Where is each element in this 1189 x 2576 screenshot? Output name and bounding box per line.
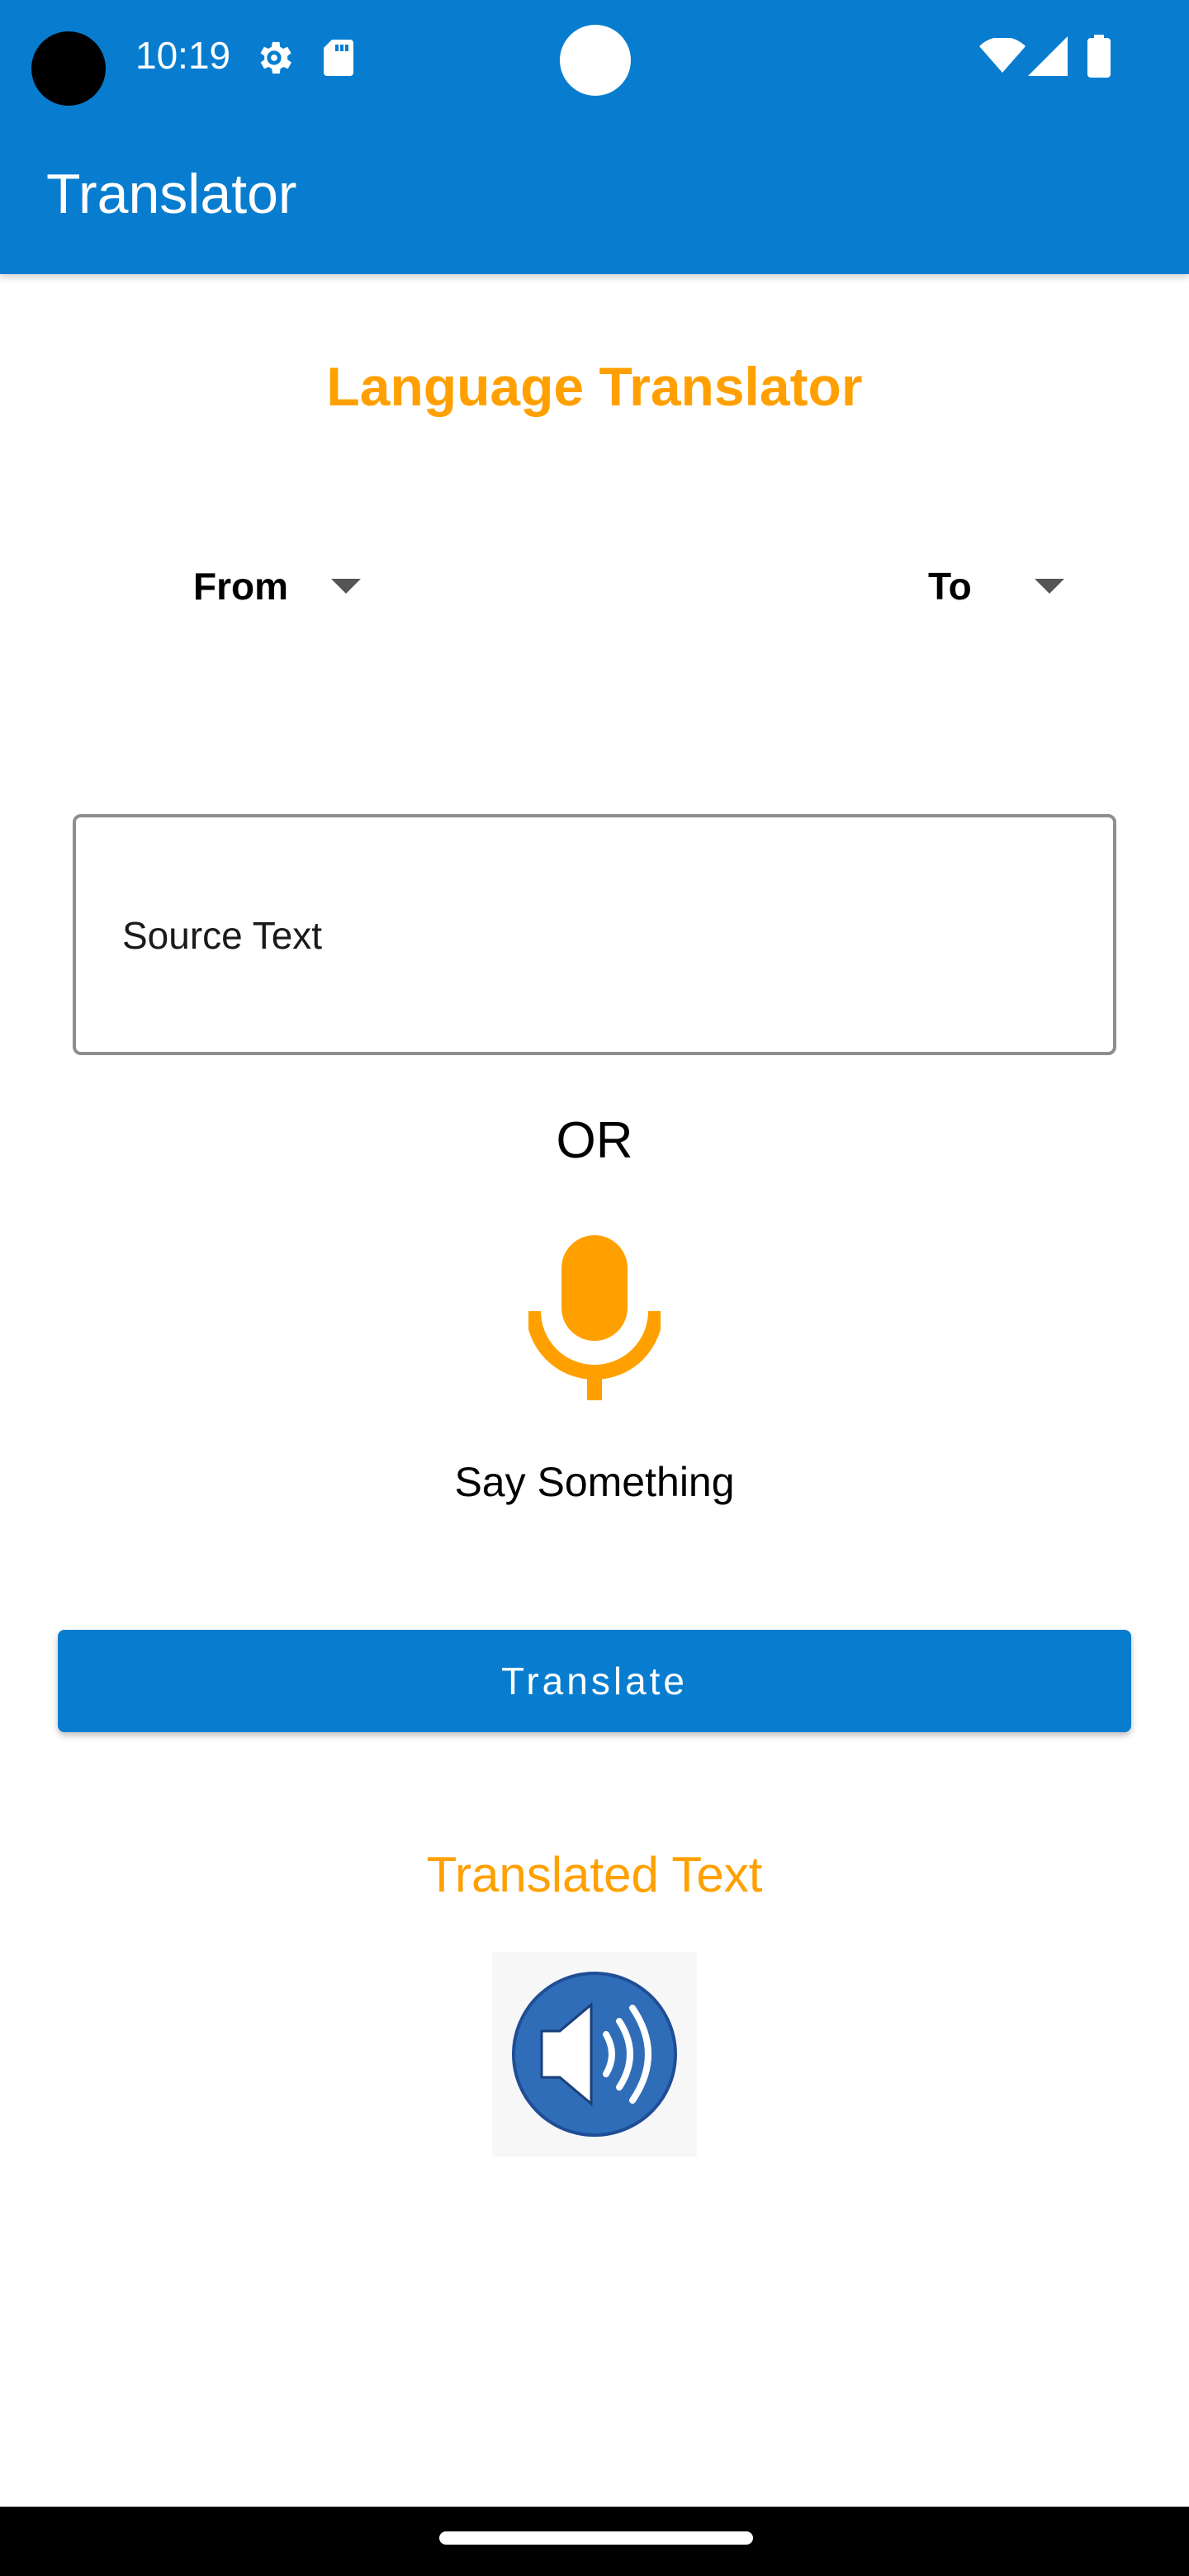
or-separator: OR (556, 1112, 633, 1169)
page-heading: Language Translator (326, 356, 863, 417)
speaker-icon[interactable] (492, 1952, 697, 2157)
from-language-dropdown[interactable]: From (193, 553, 361, 619)
home-gesture-handle[interactable] (439, 2531, 753, 2545)
from-label: From (193, 565, 288, 608)
translated-text: Translated Text (426, 1847, 763, 1902)
gear-icon (260, 41, 292, 74)
chevron-down-icon (1034, 579, 1064, 594)
source-text-input[interactable] (121, 817, 1073, 1054)
battery-icon (1087, 35, 1111, 78)
translate-button[interactable]: Translate (58, 1630, 1131, 1732)
say-something-label: Say Something (454, 1459, 735, 1505)
chevron-down-icon (331, 579, 361, 594)
status-time: 10:19 (135, 34, 231, 77)
camera-cutout (31, 31, 106, 106)
to-label: To (928, 565, 972, 608)
app-bar: 10:19 Translator (0, 0, 1189, 274)
microphone-icon[interactable] (528, 1235, 661, 1400)
navigation-bar (0, 2507, 1189, 2576)
sd-card-icon (324, 40, 353, 76)
app-screen: 10:19 Translator Language Translator Fro… (0, 0, 1189, 2576)
app-title: Translator (46, 163, 297, 225)
source-text-box (73, 814, 1116, 1055)
camera-indicator (560, 25, 631, 96)
wifi-icon (979, 38, 1026, 73)
status-bar: 10:19 (0, 0, 1189, 116)
to-language-dropdown[interactable]: To (928, 553, 1064, 619)
signal-icon (1028, 36, 1068, 76)
language-selector-row: From To (0, 553, 1189, 619)
